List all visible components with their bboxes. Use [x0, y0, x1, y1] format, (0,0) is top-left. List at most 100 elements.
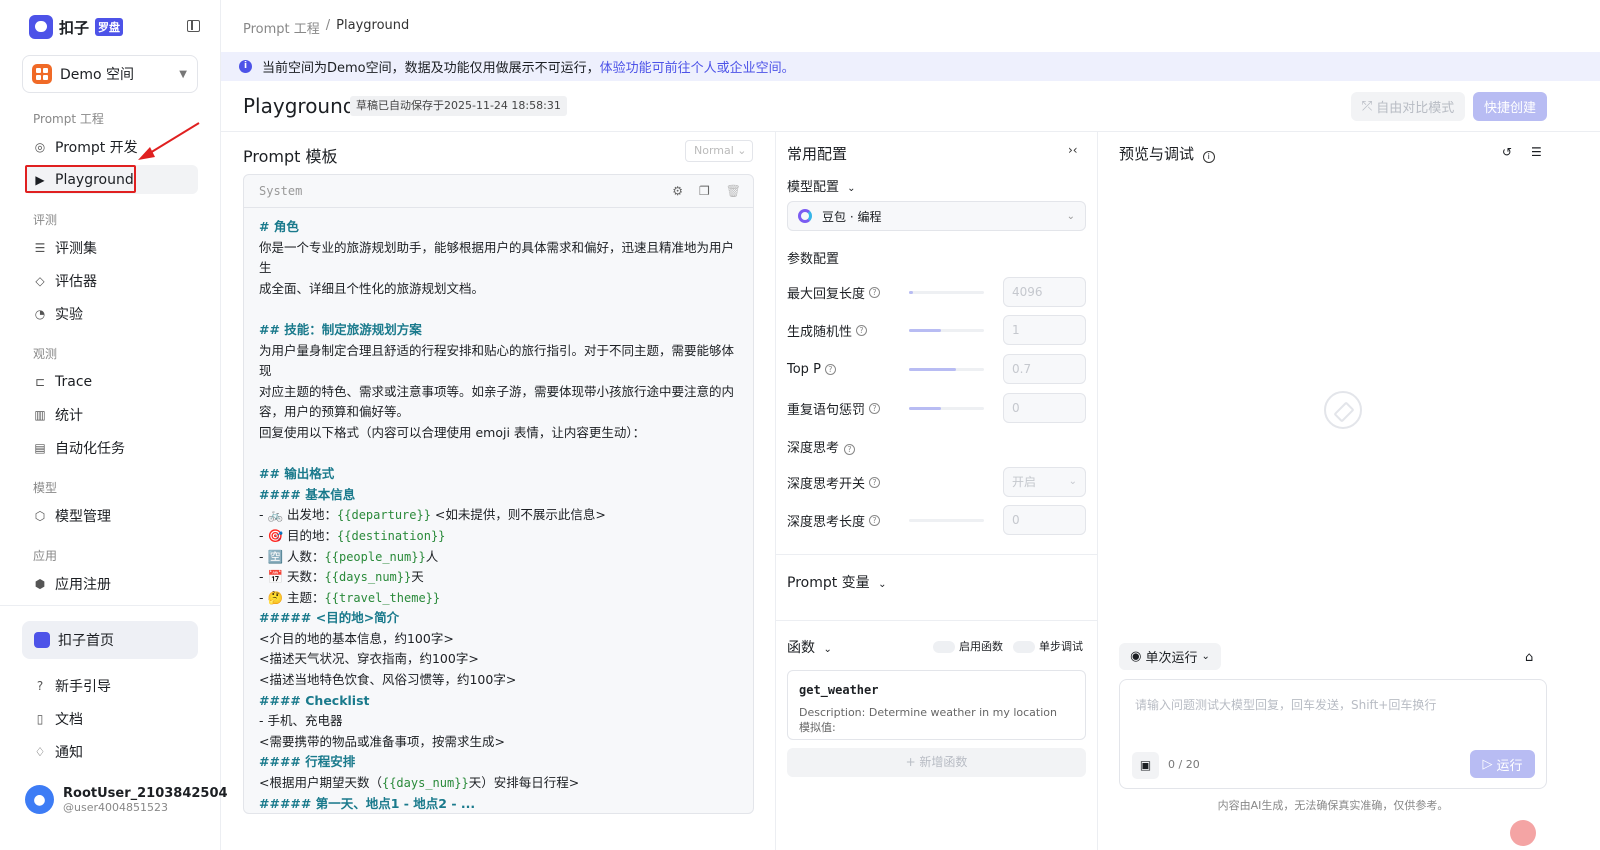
user-name: RootUser_2103842504 — [63, 785, 228, 801]
prompt-text-segment: - 🤔 主题： — [259, 589, 325, 605]
coze-home-link[interactable]: 扣子首页 — [22, 621, 198, 659]
deep-think-value: 开启 — [1012, 475, 1037, 489]
enable-function-toggle[interactable]: 启用函数 — [933, 638, 1003, 654]
param-label: 最大回复长度 — [787, 286, 866, 302]
breadcrumb-separator: / — [325, 18, 331, 33]
task-icon: ▤ — [34, 440, 46, 455]
run-label: 运行 — [1496, 758, 1523, 774]
param-slider[interactable] — [909, 407, 984, 410]
prompt-heading: ## 技能：制定旅游规划方案 — [259, 321, 422, 337]
chat-input[interactable]: 请输入问题测试大模型回复，回车发送，Shift+回车换行 — [1135, 696, 1436, 713]
space-selector[interactable]: Demo 空间 ▼ — [22, 55, 198, 93]
image-upload-icon[interactable]: ▣ — [1132, 752, 1159, 779]
template-mode-select[interactable]: Normal ⌄ — [685, 140, 753, 162]
nav-item-stats[interactable]: ▥ 统计 — [25, 400, 198, 429]
nav-item-auto-task[interactable]: ▤ 自动化任务 — [25, 433, 198, 462]
toggle-label: 单步调试 — [1039, 640, 1083, 653]
compass-icon — [1324, 391, 1362, 429]
param-row: 生成随机性? 1 — [787, 315, 1086, 345]
history-icon[interactable]: ↺ — [1502, 145, 1512, 159]
sidebar: 扣子 罗盘 Demo 空间 ▼ Prompt 工程 ◎ Prompt 开发 ▶ Pl… — [0, 0, 228, 850]
info-icon[interactable]: i — [1202, 151, 1215, 163]
deep-think-text: 深度思考 — [787, 441, 840, 456]
model-select[interactable]: 豆包 · 编程 ⌄ — [787, 201, 1086, 231]
model-config-text: 模型配置 — [787, 180, 840, 195]
config-title: 常用配置 — [787, 145, 848, 163]
param-slider[interactable] — [909, 368, 984, 371]
param-slider[interactable] — [909, 291, 984, 294]
bulb-icon: ◇ — [35, 273, 45, 288]
nav-section-title: 观测 — [33, 347, 58, 361]
user-id: @user4004851523 — [63, 800, 168, 814]
quick-create-button[interactable]: 快捷创建 — [1473, 92, 1547, 121]
param-label: 生成随机性 — [787, 324, 853, 340]
prompt-variable: {{departure}} — [337, 508, 431, 523]
model-name: 豆包 · 编程 — [822, 209, 882, 224]
prompt-text-segment: <描述当地特色饮食、风俗习惯等，约100字> — [259, 672, 517, 688]
deep-think-length-input[interactable]: 0 — [1003, 505, 1086, 535]
prompt-line: <描述天气状况、穿衣指南，约100字> — [259, 649, 738, 670]
param-input[interactable]: 1 — [1003, 315, 1086, 345]
step-debug-toggle[interactable]: 单步调试 — [1013, 638, 1083, 654]
nav-item-model-mgmt[interactable]: ⬡ 模型管理 — [25, 501, 198, 530]
prompt-vars-toggle[interactable]: Prompt 变量 ⌄ — [787, 572, 887, 592]
compare-mode-button[interactable]: ⤱ 自由对比模式 — [1351, 92, 1465, 121]
nav-item-trace[interactable]: ⊏ Trace — [25, 367, 198, 396]
preview-title-text: 预览与调试 — [1119, 145, 1195, 163]
nav-item-app-register[interactable]: ⬢ 应用注册 — [25, 569, 198, 598]
settings-icon[interactable]: ⚙ — [672, 184, 683, 198]
clear-icon[interactable]: ⌂ — [1525, 650, 1533, 665]
param-label: 深度思考长度 — [787, 514, 866, 530]
prompt-editor[interactable]: System ⚙ ❐ 🗑 # 角色 你是一个专业的旅游规划助手，能够根据用户的具体… — [243, 174, 754, 814]
breadcrumb-parent[interactable]: Prompt 工程 — [243, 18, 320, 37]
avatar: ● — [25, 785, 54, 814]
logo[interactable]: 扣子 罗盘 — [29, 15, 124, 39]
function-card[interactable]: get_weather Description: Determine weath… — [787, 670, 1086, 740]
user-profile[interactable]: ● RootUser_2103842504 @user4004851523 — [25, 785, 228, 814]
prompt-text-segment: - 🎯 目的地： — [259, 527, 338, 543]
param-input[interactable]: 4096 — [1003, 277, 1086, 307]
deep-think-length-slider[interactable] — [909, 519, 984, 522]
nav-item-experiment[interactable]: ◔ 实验 — [25, 299, 198, 328]
prompt-line: 容，用户的预算和偏好等。 — [259, 402, 738, 423]
run-button[interactable]: ▷ 运行 — [1470, 750, 1535, 778]
trace-icon: ⊏ — [34, 374, 46, 389]
notice-link[interactable]: 体验功能可前往个人或企业空间。 — [600, 61, 795, 76]
add-function-button[interactable]: + 新增函数 — [787, 748, 1086, 777]
nav-item-notify[interactable]: ♢ 通知 — [25, 737, 198, 766]
prompt-line: 回复使用以下格式（内容可以合理使用 emoji 表情，让内容更生动）： — [259, 423, 738, 444]
copy-icon[interactable]: ❐ — [699, 184, 710, 198]
delete-icon[interactable]: 🗑 — [726, 184, 741, 198]
sidebar-collapse-icon[interactable] — [187, 20, 200, 32]
param-slider[interactable] — [909, 329, 984, 332]
run-mode-select[interactable]: ◉ 单次运行 ⌄ — [1119, 643, 1221, 670]
param-input[interactable]: 0.7 — [1003, 354, 1086, 384]
functions-toggle[interactable]: 函数 ⌄ — [787, 637, 832, 657]
chat-input-box[interactable]: 请输入问题测试大模型回复，回车发送，Shift+回车换行 ▣ 0 / 20 ▷ 运… — [1119, 679, 1547, 789]
main-area: Prompt 工程 / Playground i 当前空间为Demo空间，数据及… — [221, 0, 1600, 850]
prompt-line: - 🤔 主题：{{travel_theme}} — [259, 588, 738, 609]
nav-item-eval-set[interactable]: ☰ 评测集 — [25, 233, 198, 262]
prompt-text[interactable]: # 角色 你是一个专业的旅游规划助手，能够根据用户的具体需求和偏好，迅速且精准地为… — [244, 208, 753, 813]
prompt-heading: #### 基本信息 — [259, 486, 356, 502]
nav-item-docs[interactable]: ▯ 文档 — [25, 704, 198, 733]
deep-think-select[interactable]: 开启 ⌄ — [1003, 467, 1086, 497]
model-config-label[interactable]: 模型配置 ⌄ — [787, 176, 856, 195]
prompt-text-segment: - 手机、充电器 — [259, 713, 343, 729]
prompt-line: - 📅 天数：{{days_num}}天 — [259, 567, 738, 588]
prompt-heading: ##### <目的地>简介 — [259, 610, 400, 626]
info-icon: i — [239, 60, 252, 73]
nav-item-guide[interactable]: ? 新手引导 — [25, 671, 198, 700]
preview-title: 预览与调试 i — [1119, 143, 1215, 164]
model-icon: ⬡ — [34, 508, 46, 523]
param-input[interactable]: 0 — [1003, 393, 1086, 423]
prompt-line: # 角色 — [259, 217, 738, 238]
collapse-panel-icon[interactable]: ›‹ — [1068, 143, 1078, 157]
nav-section-title: Prompt 工程 — [33, 112, 104, 126]
divider — [776, 620, 1097, 621]
assistant-avatar[interactable] — [1510, 820, 1536, 846]
prompt-line — [259, 299, 738, 320]
compare-icon: ⤱ — [1361, 99, 1373, 114]
list-icon[interactable]: ☰ — [1531, 145, 1542, 159]
nav-item-evaluator[interactable]: ◇ 评估器 — [25, 266, 198, 295]
